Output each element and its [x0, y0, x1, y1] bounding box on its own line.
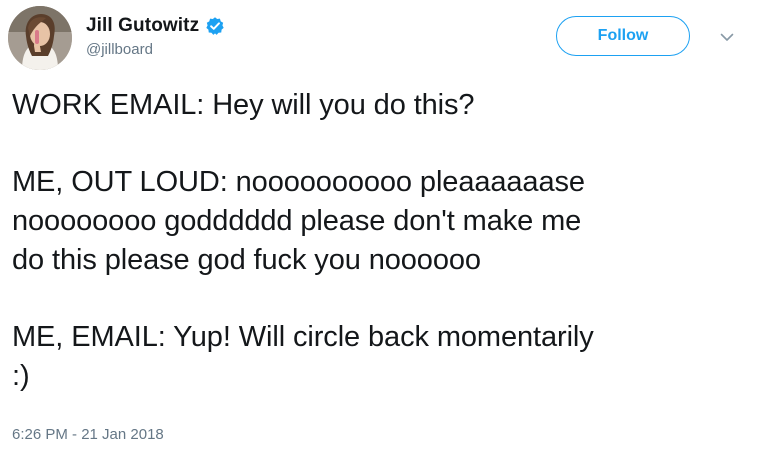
tweet-paragraph-1: WORK EMAIL: Hey will you do this? [12, 89, 475, 121]
avatar[interactable] [8, 6, 72, 70]
follow-button[interactable]: Follow [556, 16, 690, 56]
tweet-timestamp[interactable]: 6:26 PM - 21 Jan 2018 [12, 426, 164, 443]
tweet-header: Jill Gutowitz @jillboard Follow [8, 6, 760, 72]
display-name[interactable]: Jill Gutowitz [86, 15, 199, 37]
user-handle[interactable]: @jillboard [86, 41, 225, 58]
tweet-paragraph-3: ME, EMAIL: Yup! Will circle back momenta… [12, 321, 594, 392]
tweet-menu-button[interactable] [716, 28, 738, 46]
profile-photo-icon [8, 6, 72, 70]
tweet-card: Jill Gutowitz @jillboard Follow WORK EMA… [0, 0, 768, 462]
verified-badge-icon [205, 16, 225, 36]
author-info: Jill Gutowitz @jillboard [86, 14, 225, 58]
chevron-down-icon [720, 33, 734, 41]
tweet-paragraph-2: ME, OUT LOUD: noooooooooo pleaaaaaase no… [12, 166, 585, 276]
tweet-text: WORK EMAIL: Hey will you do this? ME, OU… [12, 86, 760, 396]
name-row: Jill Gutowitz [86, 14, 225, 38]
